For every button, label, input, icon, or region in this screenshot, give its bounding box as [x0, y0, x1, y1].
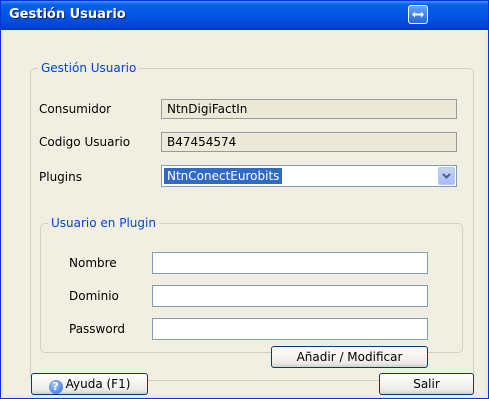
password-input[interactable]: [152, 318, 428, 340]
codigo-usuario-label: Codigo Usuario: [39, 135, 131, 149]
title-bar[interactable]: Gestión Usuario: [1, 1, 488, 30]
gestion-usuario-group: Gestión Usuario Consumidor NtnDigiFactIn…: [30, 61, 474, 381]
dialog-body: Gestión Usuario Consumidor NtnDigiFactIn…: [4, 31, 485, 395]
nombre-input[interactable]: [152, 252, 428, 274]
help-icon: ?: [48, 380, 63, 394]
nombre-label: Nombre: [69, 256, 117, 270]
consumidor-label: Consumidor: [39, 102, 112, 116]
codigo-usuario-field: B47454574: [161, 132, 457, 152]
usuario-en-plugin-group: Usuario en Plugin Nombre Dominio Passwor…: [40, 216, 463, 368]
resize-arrows-icon: [412, 11, 424, 18]
plugins-select[interactable]: NtnConectEurobits: [161, 165, 457, 187]
password-label: Password: [69, 322, 126, 336]
plugins-dropdown-button[interactable]: [438, 167, 455, 185]
dominio-input[interactable]: [152, 285, 428, 307]
chevron-down-icon: [442, 173, 451, 179]
consumidor-field: NtnDigiFactIn: [161, 99, 457, 119]
add-modify-button[interactable]: Añadir / Modificar: [271, 346, 428, 368]
gestion-usuario-legend: Gestión Usuario: [41, 61, 137, 75]
dialog-window: Gestión Usuario Gestión Usuario Consumid…: [0, 0, 489, 399]
help-button-label: Ayuda (F1): [65, 377, 131, 391]
resize-toggle-button[interactable]: [408, 5, 428, 24]
help-button[interactable]: ? Ayuda (F1): [31, 373, 148, 395]
plugins-selected-value: NtnConectEurobits: [164, 168, 283, 184]
plugins-label: Plugins: [39, 170, 82, 184]
dominio-label: Dominio: [69, 289, 119, 303]
exit-button[interactable]: Salir: [379, 373, 474, 395]
window-title: Gestión Usuario: [9, 7, 126, 22]
usuario-en-plugin-legend: Usuario en Plugin: [51, 216, 156, 230]
